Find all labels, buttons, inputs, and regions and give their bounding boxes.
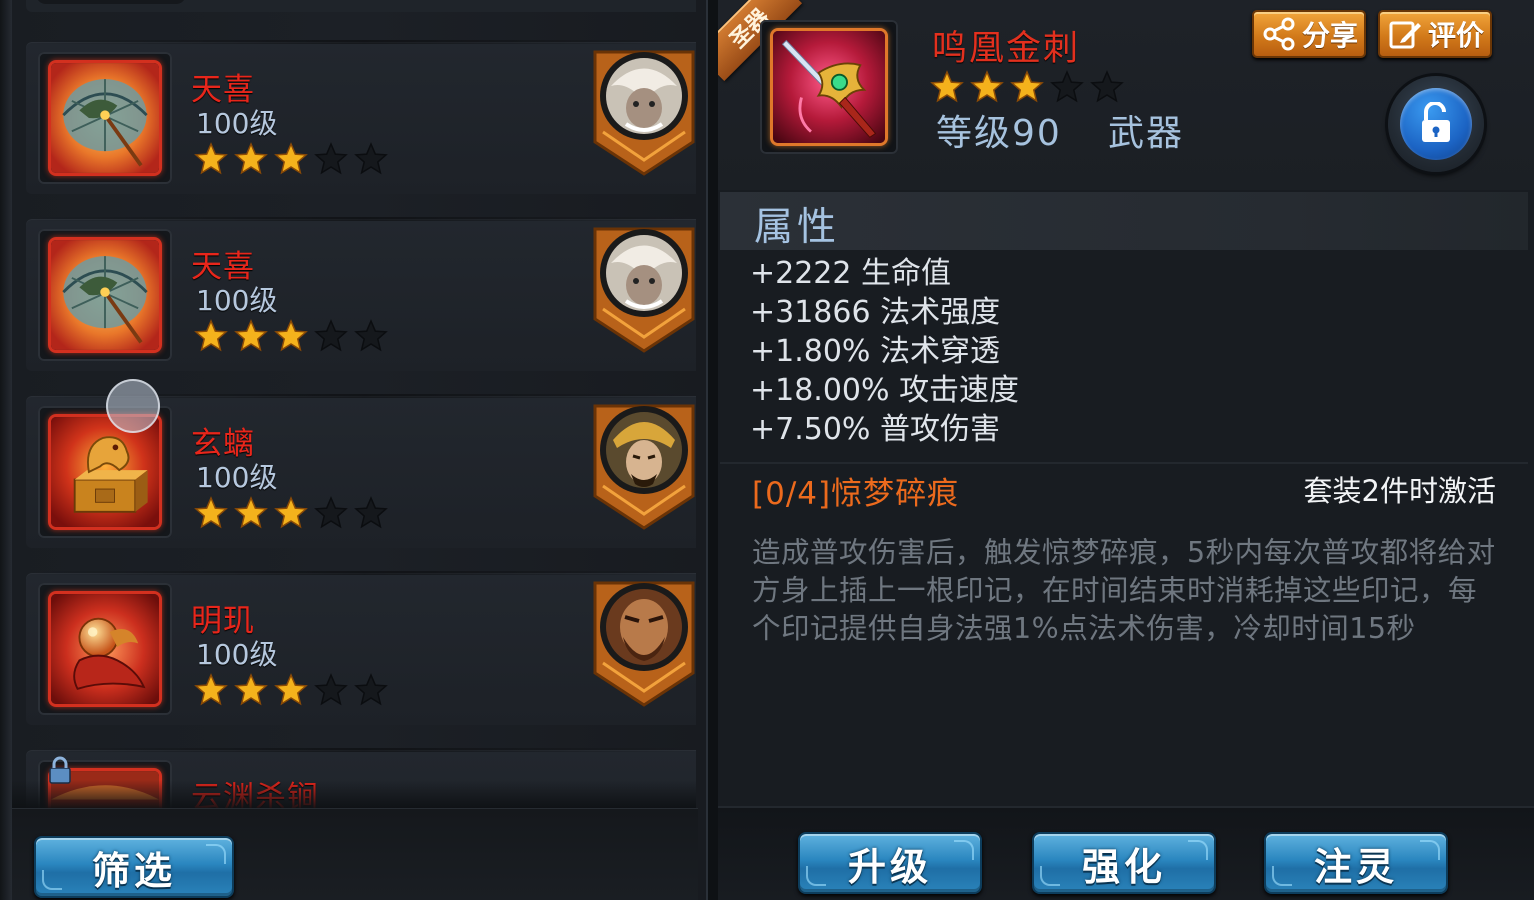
- parasol-weapon-icon: [48, 237, 162, 353]
- star-empty-icon: [314, 673, 348, 706]
- share-button[interactable]: 分享: [1252, 10, 1366, 58]
- star-filled-icon: [194, 496, 228, 529]
- star-empty-icon: [314, 319, 348, 352]
- star-filled-icon: [274, 319, 308, 352]
- inventory-item-card[interactable]: 玄螭 100级: [26, 394, 696, 548]
- infuse-button[interactable]: 注灵: [1264, 832, 1448, 894]
- share-icon: [1263, 17, 1295, 51]
- inventory-item-card[interactable]: 天喜 100级: [26, 217, 696, 371]
- enhance-button[interactable]: 强化: [1032, 832, 1216, 894]
- attribute-row: +7.50% 普攻伤害: [750, 412, 1000, 447]
- inventory-list[interactable]: 天喜 100级 天喜 100级 玄螭 100级 明玑 100级: [12, 0, 696, 808]
- attribute-list: +2222 生命值 +31866 法术强度 +1.80% 法术穿透 +18.00…: [750, 254, 1019, 449]
- attribute-row: +18.00% 攻击速度: [750, 373, 1020, 408]
- previous-item-card-edge: [26, 0, 696, 12]
- parasol-weapon-icon: [48, 60, 162, 176]
- star-filled-icon: [194, 142, 228, 175]
- weapon-level: 等级90: [936, 113, 1062, 154]
- star-filled-icon: [930, 70, 964, 103]
- set-activation-note: 套装2件时激活: [1303, 474, 1496, 508]
- star-empty-icon: [1050, 70, 1084, 103]
- bearded-warrior-hero-avatar[interactable]: [591, 577, 696, 707]
- item-icon-frame: [38, 583, 172, 715]
- edit-icon: [1389, 21, 1421, 49]
- star-empty-icon: [314, 142, 348, 175]
- item-star-rating: [194, 496, 388, 530]
- inventory-panel: 天喜 100级 天喜 100级 玄螭 100级 明玑 100级 筛选: [0, 0, 708, 900]
- star-filled-icon: [234, 319, 268, 352]
- item-icon-frame: [38, 52, 172, 184]
- lock-toggle-button[interactable]: [1388, 76, 1484, 172]
- attributes-section-header: 属性: [720, 192, 1528, 250]
- attribute-row: +1.80% 法术穿透: [750, 334, 1000, 369]
- set-bonus-description: 造成普攻伤害后，触发惊梦碎痕，5秒内每次普攻都将给对方身上插上一根印记，在时间结…: [752, 536, 1496, 645]
- star-filled-icon: [274, 673, 308, 706]
- item-star-rating: [194, 673, 388, 707]
- star-filled-icon: [194, 673, 228, 706]
- item-level: 100级: [196, 461, 278, 494]
- star-empty-icon: [314, 496, 348, 529]
- star-empty-icon: [354, 142, 388, 175]
- upgrade-button[interactable]: 升级: [798, 832, 982, 894]
- attributes-title: 属性: [754, 205, 841, 250]
- star-filled-icon: [234, 496, 268, 529]
- white-beast-hero-avatar[interactable]: [591, 223, 696, 353]
- star-filled-icon: [194, 319, 228, 352]
- review-button[interactable]: 评价: [1378, 10, 1492, 58]
- review-label: 评价: [1428, 19, 1485, 52]
- item-icon-frame: [38, 406, 172, 538]
- star-filled-icon: [274, 496, 308, 529]
- item-detail-panel: 圣器 鸣凰金刺 等级90 武器 分享 评价 属性 +2222 生命值 +3186…: [718, 0, 1534, 900]
- item-level: 100级: [196, 638, 278, 671]
- item-level: 100级: [196, 107, 278, 140]
- attribute-row: +31866 法术强度: [750, 295, 1001, 330]
- golden-orb-icon: [48, 591, 162, 707]
- weapon-name: 鸣凰金刺: [932, 29, 1081, 69]
- star-empty-icon: [354, 496, 388, 529]
- phoenix-dagger-icon: [770, 28, 888, 146]
- inventory-item-card[interactable]: 天喜 100级: [26, 40, 696, 194]
- unlocked-padlock-icon: [1422, 102, 1450, 142]
- set-bonus-title: [0/4]惊梦碎痕: [752, 476, 960, 512]
- lock-toggle-face: [1400, 88, 1472, 160]
- item-star-rating: [194, 319, 388, 353]
- dragon-seal-icon: [48, 414, 162, 530]
- lock-icon: [49, 756, 71, 784]
- item-level: 100级: [196, 284, 278, 317]
- weapon-icon-frame: [760, 20, 898, 154]
- item-star-rating: [194, 142, 388, 176]
- share-label: 分享: [1302, 19, 1359, 52]
- star-empty-icon: [354, 319, 388, 352]
- star-filled-icon: [234, 673, 268, 706]
- item-icon-frame: [38, 229, 172, 361]
- weapon-type: 武器: [1108, 113, 1185, 154]
- weapon-star-rating: [930, 70, 1124, 104]
- star-empty-icon: [1090, 70, 1124, 103]
- star-filled-icon: [274, 142, 308, 175]
- star-filled-icon: [970, 70, 1004, 103]
- golden-helmet-hero-avatar[interactable]: [591, 400, 696, 530]
- star-filled-icon: [1010, 70, 1044, 103]
- divider: [720, 462, 1528, 464]
- attribute-row: +2222 生命值: [750, 256, 952, 291]
- inventory-item-card[interactable]: 明玑 100级: [26, 571, 696, 725]
- star-filled-icon: [234, 142, 268, 175]
- list-fade: [12, 780, 696, 810]
- filter-button[interactable]: 筛选: [34, 836, 234, 898]
- star-empty-icon: [354, 673, 388, 706]
- white-beast-hero-avatar[interactable]: [591, 46, 696, 176]
